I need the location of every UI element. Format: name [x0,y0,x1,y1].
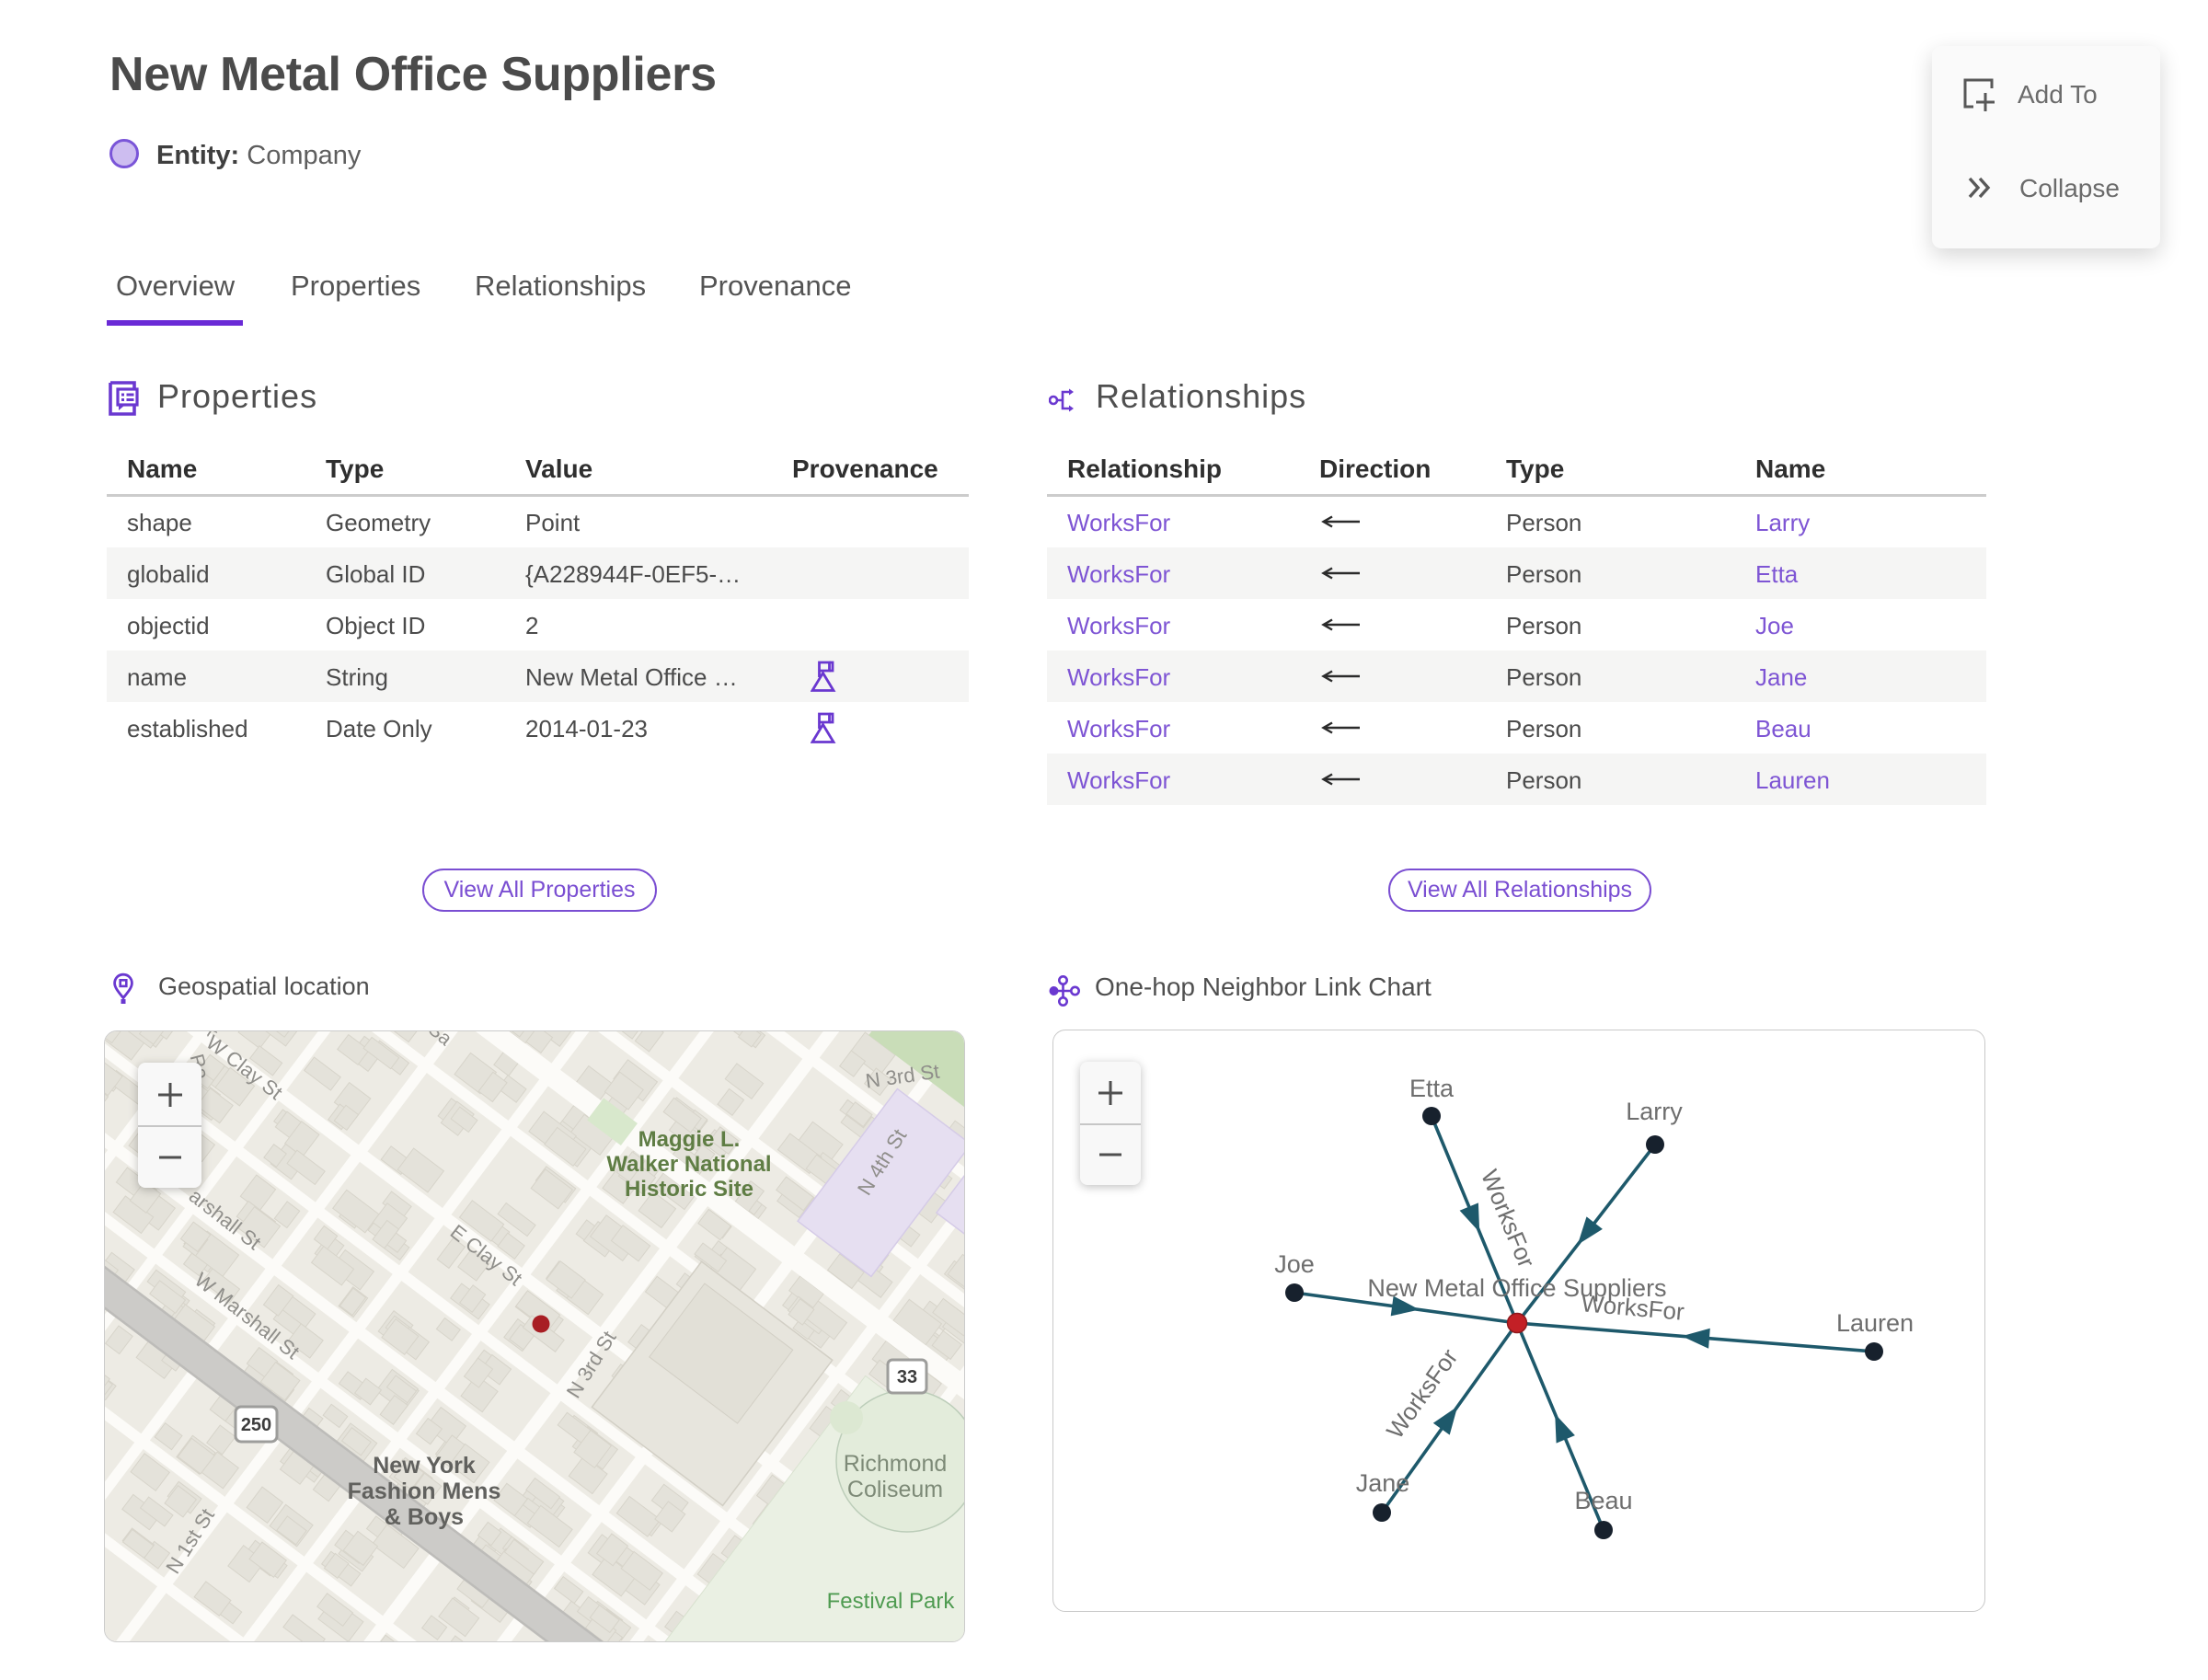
svg-text:WorksFor: WorksFor [1581,1289,1686,1326]
svg-text:Jane: Jane [1356,1469,1410,1497]
svg-text:Beau: Beau [1574,1487,1632,1514]
svg-text:Walker National: Walker National [606,1152,771,1177]
svg-text:Richmond: Richmond [844,1451,948,1477]
svg-text:Maggie L.: Maggie L. [638,1127,741,1152]
svg-text:33: 33 [897,1367,917,1387]
svg-text:WorksFor: WorksFor [1476,1166,1541,1272]
svg-text:& Boys: & Boys [385,1504,464,1530]
svg-text:Etta: Etta [1409,1075,1455,1102]
svg-text:Joe: Joe [1274,1250,1315,1278]
svg-text:Fashion Mens: Fashion Mens [348,1479,501,1504]
svg-text:Festival Park: Festival Park [827,1589,956,1614]
svg-text:250: 250 [241,1415,271,1435]
svg-text:Lauren: Lauren [1836,1309,1914,1337]
svg-text:Coliseum: Coliseum [847,1477,943,1502]
svg-text:Historic Site: Historic Site [625,1177,753,1202]
svg-text:Larry: Larry [1626,1098,1683,1125]
svg-text:New York: New York [373,1453,476,1479]
